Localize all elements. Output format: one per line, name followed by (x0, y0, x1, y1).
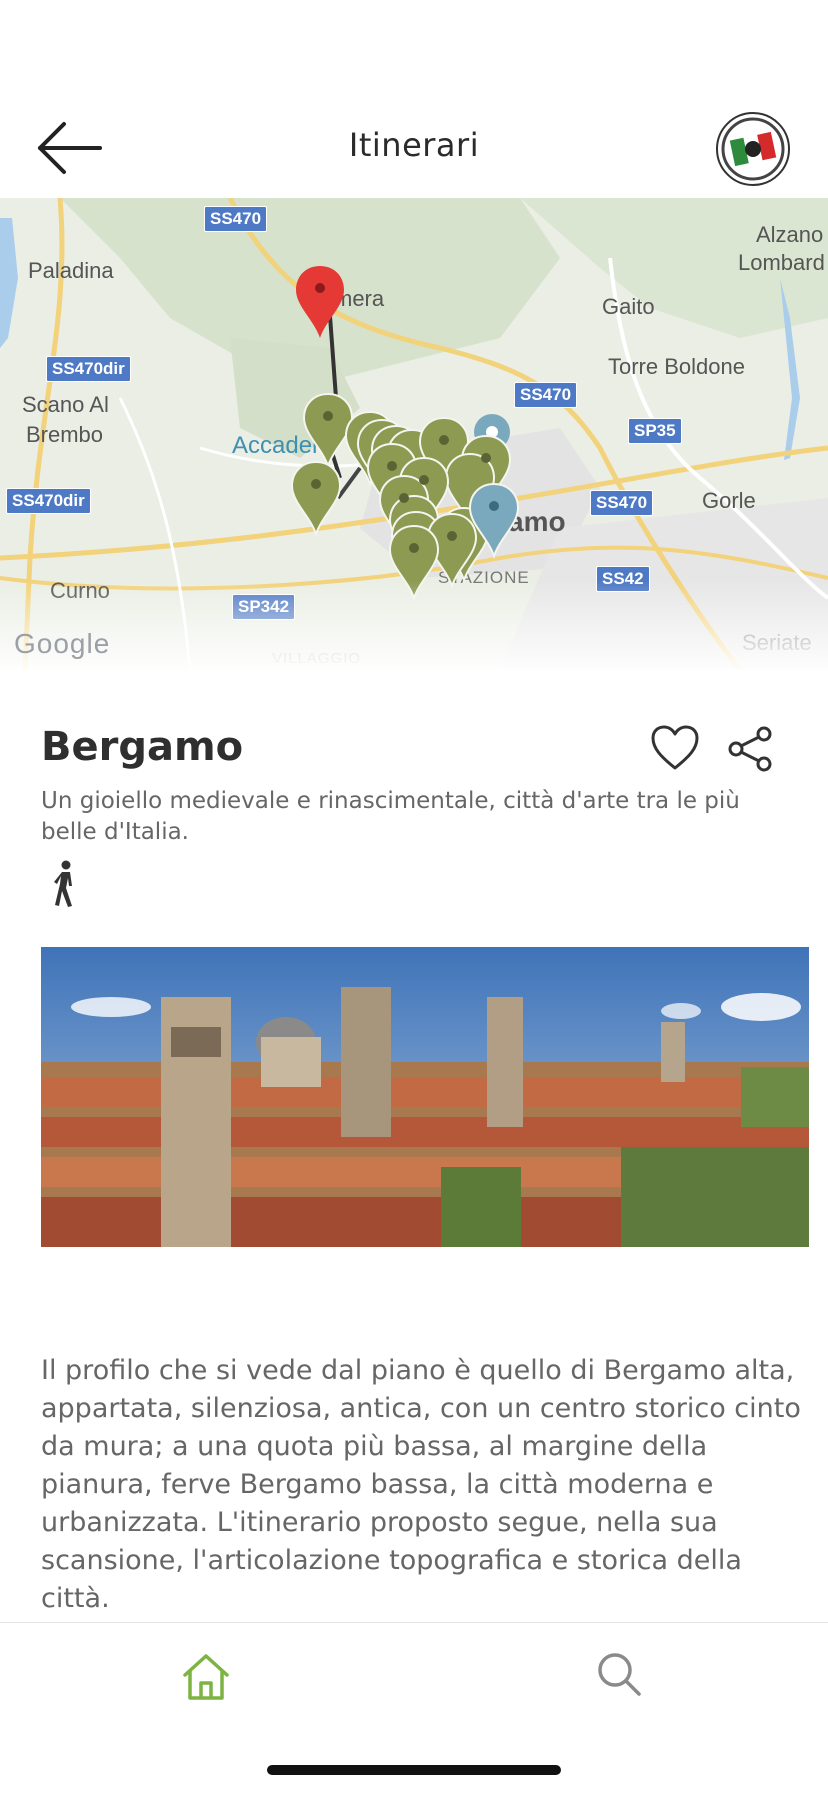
walking-person-icon (48, 860, 82, 910)
nav-header: Itinerari (0, 96, 828, 198)
itinerary-hero-image (41, 947, 809, 1247)
status-bar (0, 0, 828, 96)
itinerary-map[interactable]: Paladina Scano Al Brembo Curno Gaito Tor… (0, 198, 828, 670)
heart-icon (651, 725, 699, 770)
home-indicator (267, 1765, 561, 1775)
home-icon (183, 1654, 229, 1700)
tab-home[interactable] (180, 1651, 232, 1703)
itinerary-description: Il profilo che si vede dal piano è quell… (41, 1355, 801, 1614)
favorite-button[interactable] (650, 724, 700, 772)
tab-search[interactable] (596, 1651, 642, 1697)
page-title: Itinerari (348, 126, 480, 164)
tab-bar (0, 1622, 828, 1793)
tci-logo-icon[interactable] (716, 112, 790, 186)
search-icon (598, 1653, 641, 1696)
google-logo: Google (14, 628, 111, 659)
share-icon (728, 726, 772, 772)
itinerary-subtitle: Un gioiello medievale e rinascimentale, … (41, 788, 740, 845)
share-button[interactable] (728, 726, 774, 772)
itinerary-title: Bergamo (41, 724, 244, 770)
map-marker-start[interactable] (296, 266, 344, 338)
